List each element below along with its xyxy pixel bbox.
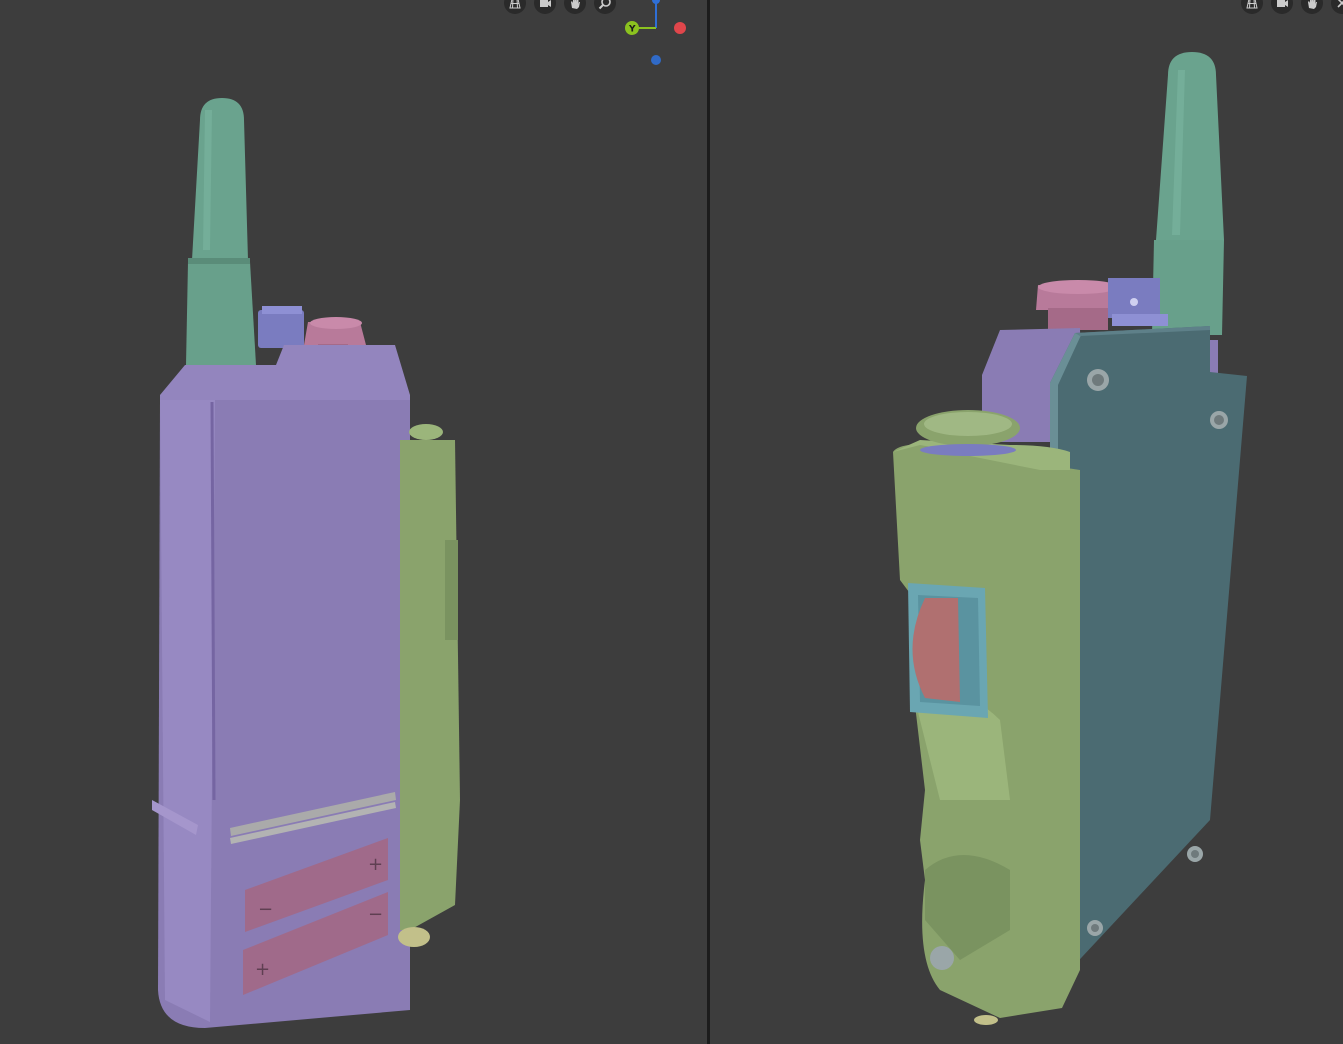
side-grip xyxy=(398,424,460,947)
battery-minus-top: − xyxy=(258,899,273,920)
pink-knob xyxy=(1036,280,1120,330)
blue-knob xyxy=(1108,278,1168,326)
blue-knob xyxy=(258,306,304,348)
left-3d-viewport[interactable]: Y + − − + xyxy=(0,0,707,1044)
antenna xyxy=(1152,52,1224,335)
antenna xyxy=(186,98,256,365)
battery-plus-bottom: + xyxy=(255,959,270,980)
radio-model-front-view: + − − + xyxy=(152,98,460,1028)
battery-plus-top: + xyxy=(368,854,383,875)
battery-minus-bottom: − xyxy=(368,904,383,925)
right-3d-viewport[interactable] xyxy=(710,0,1343,1044)
radio-model-back-view xyxy=(893,52,1247,1025)
screw-icon xyxy=(930,946,954,970)
push-to-talk-button xyxy=(908,583,988,718)
